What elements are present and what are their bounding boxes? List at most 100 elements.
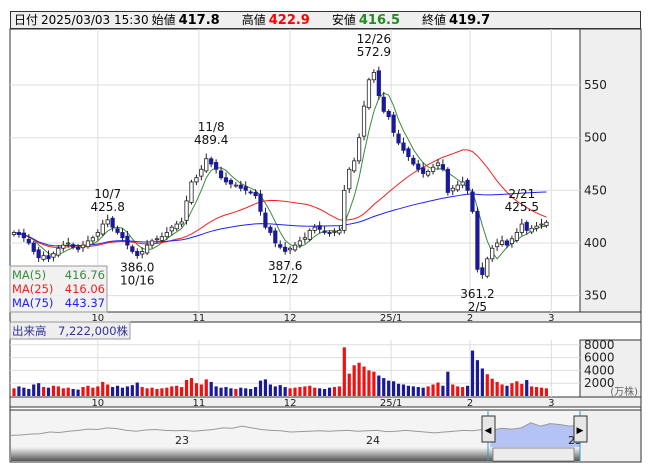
candle [499,240,505,245]
candle [11,232,17,235]
candle [529,227,534,233]
volume-bar [495,381,499,396]
volume-bar [101,381,105,396]
candle [125,235,130,246]
volume-bar [396,383,401,396]
candle [465,179,470,191]
candle [51,253,56,258]
candle [169,226,174,232]
candle [455,184,460,191]
annotation-value: 572.9 [357,45,391,59]
volume-bar [234,388,238,396]
volume-bar [204,379,208,396]
candle [495,242,500,248]
candle [41,255,46,260]
candle [435,162,441,167]
candle [159,236,164,241]
annotation-date: 10/16 [120,274,155,288]
candle [445,168,450,193]
candle [366,79,372,109]
candle [406,148,411,158]
candle [115,228,120,233]
candle [218,170,224,179]
annotation-value: 361.2 [460,287,494,301]
candle [223,177,229,183]
candle [21,232,26,239]
volume-bar [115,385,120,396]
date-tick-label: 10 [91,398,104,409]
candle [26,238,31,244]
volume-bar [96,386,100,396]
candle [253,192,258,197]
volume-bar [219,387,223,396]
volume-bar [342,347,346,396]
ma25-label: MA(25) [12,282,53,296]
candle [16,232,22,235]
date-tick-label: 2 [467,398,473,409]
navigator-left-handle-arrow-icon: ◀ [485,426,492,436]
candle [149,240,155,246]
ma75-label: MA(75) [12,296,53,310]
candle [258,193,263,212]
volume-bar [194,383,199,396]
candle [421,167,426,174]
candle [386,110,391,118]
volume-bar [268,384,272,396]
candle [46,255,51,260]
volume-bar [421,387,425,396]
date-tick-label: 11 [193,313,206,324]
date-tick-label: 11 [193,398,206,409]
candle [189,181,194,203]
candle [154,238,160,241]
volume-bar [480,368,484,396]
candle [460,181,465,186]
date-tick-label: 25/1 [380,313,402,324]
candle [470,191,475,212]
ma25-value: 416.06 [65,282,105,296]
candle [396,133,401,144]
volume-bar [263,379,268,396]
candle [204,158,209,172]
price-tick-label: 550 [584,78,607,92]
volume-bar [456,386,460,396]
candle [209,158,214,165]
candle [130,246,135,252]
candle [411,157,416,165]
volume-bar [303,386,307,396]
volume-bar [313,387,317,396]
candle [292,244,298,251]
annotation-value: 387.6 [268,259,302,273]
volume-bar [184,380,189,396]
volume-bar [431,384,435,396]
candle [519,223,524,233]
volume-bar [357,362,361,396]
volume-bar [318,388,322,396]
volume-bar [362,366,366,396]
volume-bar [180,387,184,396]
volume-bar [382,378,386,396]
ma75-value: 443.37 [65,296,105,310]
candle [317,225,322,230]
volume-bar [352,365,356,396]
volume-bar [377,375,381,396]
volume-bar [81,387,85,396]
navigator-scrollbar-thumb[interactable] [492,447,575,462]
volume-bar [120,387,125,396]
volume-bar [165,387,169,396]
price-tick-label: 450 [584,183,607,197]
annotation-value: 425.5 [505,200,539,214]
volume-bar [308,385,312,396]
volume-bar [461,387,465,396]
candle [214,162,219,170]
volume-bar [22,387,26,396]
date-axis-band [9,311,642,323]
volume-bar [465,385,470,396]
volume-bar [392,381,396,396]
candle [95,232,100,237]
volume-bar [298,387,302,396]
candle [263,212,268,228]
candle [278,244,283,248]
candle [164,232,169,238]
volume-bar [436,382,440,396]
volume-bar [253,387,258,396]
